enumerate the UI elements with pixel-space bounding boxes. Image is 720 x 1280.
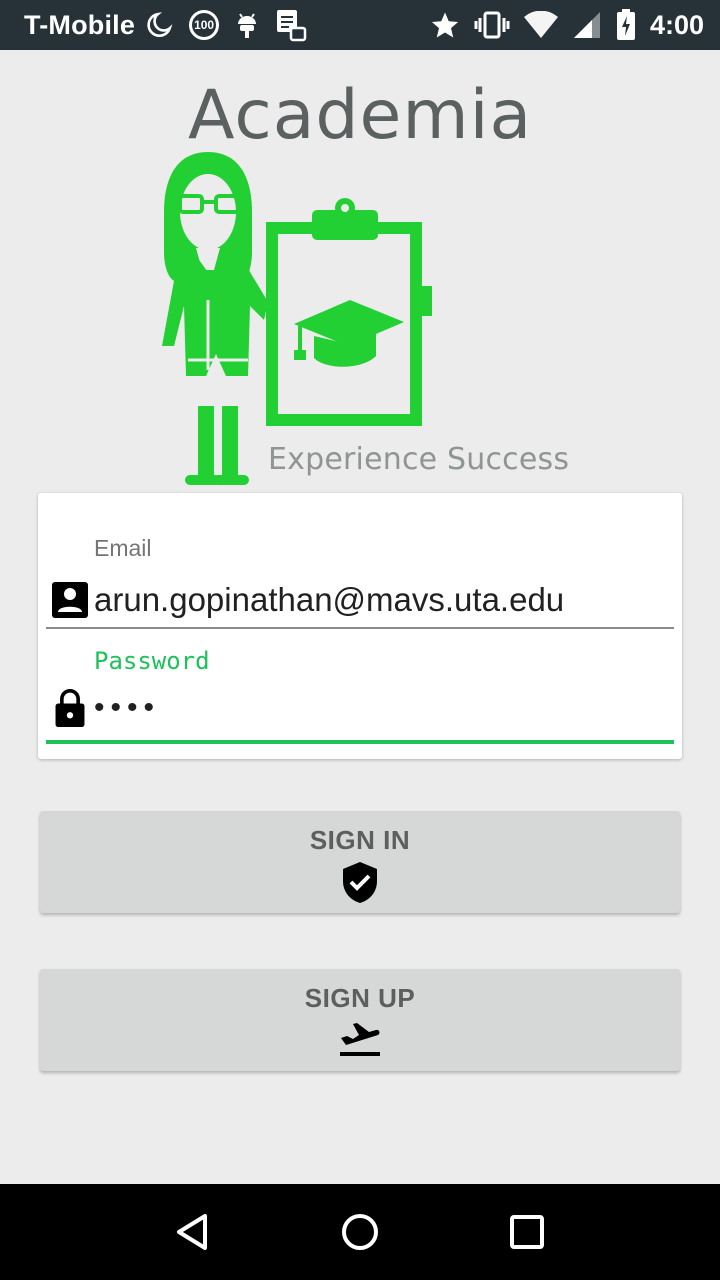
- status-bar: T-Mobile 100 4:00: [0, 0, 720, 50]
- carrier-name: T-Mobile: [24, 9, 136, 40]
- hundred-badge-icon: 100: [189, 10, 220, 40]
- email-underline: [46, 627, 674, 629]
- home-icon[interactable]: [330, 1202, 390, 1262]
- login-card: Email arun.gopinathan@mavs.uta.edu Passw…: [38, 493, 682, 759]
- academia-logo: Academia Experience Success: [160, 70, 570, 490]
- wifi-icon: [523, 11, 558, 39]
- signal-icon: [572, 10, 602, 40]
- sign-in-label: SIGN IN: [309, 825, 411, 855]
- lock-icon: [55, 689, 85, 727]
- notification-sync-icon: [275, 8, 307, 42]
- password-field[interactable]: ••••: [94, 691, 160, 725]
- logo-title: Academia: [188, 76, 533, 155]
- sign-in-button[interactable]: SIGN IN: [40, 811, 680, 913]
- android-debug-icon: [235, 10, 259, 40]
- flight-takeoff-icon: [340, 1023, 380, 1056]
- verified-shield-icon: [343, 862, 377, 903]
- clock-time: 4:00: [649, 9, 704, 40]
- password-underline: [46, 740, 674, 744]
- battery-charging-icon: [616, 9, 636, 41]
- logo-tagline: Experience Success: [268, 442, 570, 477]
- back-icon[interactable]: [163, 1202, 223, 1262]
- recents-icon[interactable]: [497, 1202, 557, 1262]
- vibrate-icon: [474, 11, 510, 39]
- navigation-bar: [0, 1184, 720, 1280]
- moon-icon: [147, 12, 173, 38]
- email-field[interactable]: arun.gopinathan@mavs.uta.edu: [94, 581, 564, 619]
- sign-up-label: SIGN UP: [304, 983, 416, 1013]
- sign-up-button[interactable]: SIGN UP: [40, 969, 680, 1071]
- email-label: Email: [94, 535, 152, 561]
- password-label: Password: [94, 647, 210, 675]
- star-icon: [430, 10, 460, 40]
- account-box-icon: [52, 582, 88, 618]
- teacher-clipboard-illustration: [162, 152, 432, 485]
